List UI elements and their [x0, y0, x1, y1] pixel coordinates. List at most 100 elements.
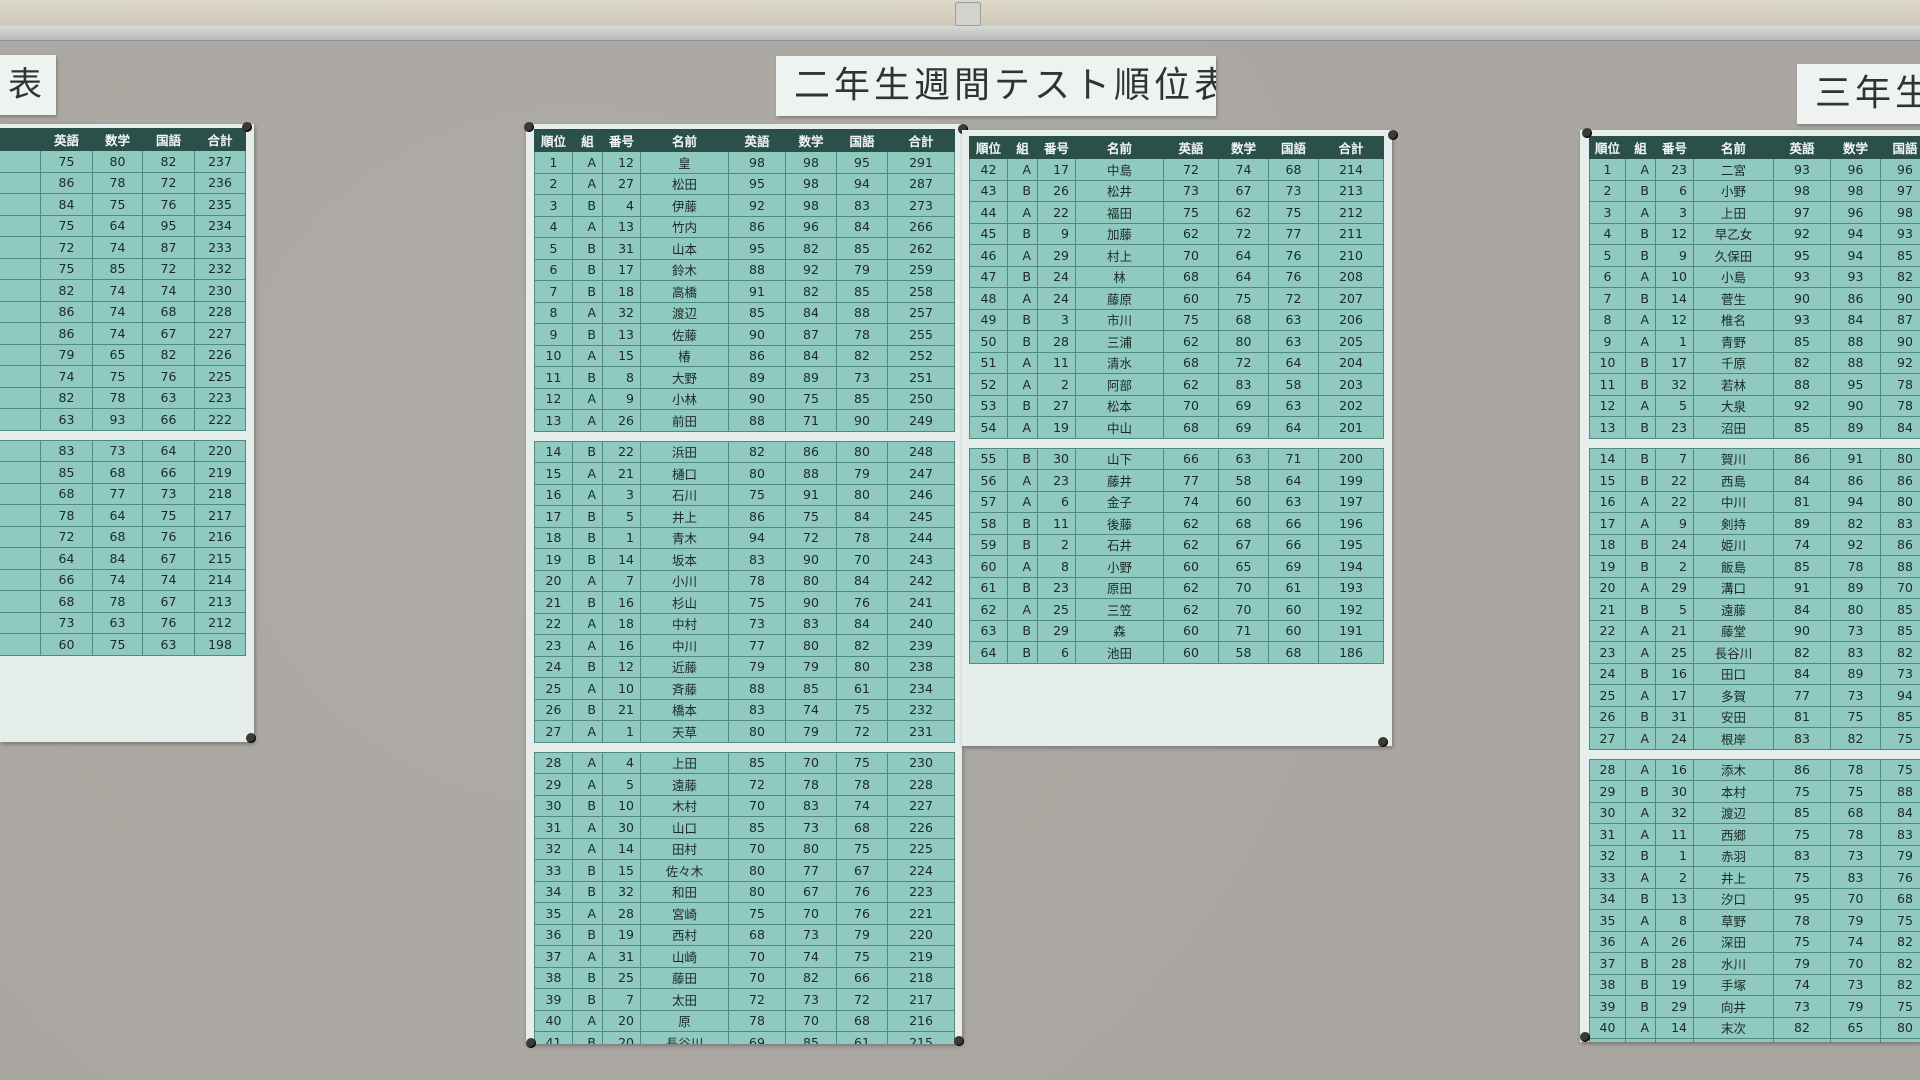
table-cell: 11: [1655, 823, 1694, 846]
table-cell: 98: [728, 151, 786, 174]
table-cell: 90: [785, 548, 837, 571]
table-cell: 257: [887, 301, 955, 324]
table-cell: 84: [92, 547, 143, 570]
table-cell: 14: [1655, 1016, 1694, 1039]
table-cell: 14: [602, 837, 641, 860]
table-cell: 67: [1218, 533, 1269, 556]
table-cell: A: [572, 301, 603, 324]
table-cell: 60: [1268, 598, 1319, 621]
table-cell: 80: [728, 462, 786, 485]
table-cell: 80: [1880, 447, 1920, 470]
table-cell: 8: [1037, 555, 1076, 578]
table-cell: 73: [1773, 995, 1831, 1018]
table-row: 39 B 7 太田 72 73 72 217: [534, 988, 955, 1011]
table-cell: A: [1625, 758, 1656, 781]
table-row: 1 A 23 二宮 93 96 96: [1589, 158, 1920, 181]
table-cell: 9: [1037, 222, 1076, 245]
table-cell: 51: [969, 351, 1008, 374]
table-cell: 94: [1830, 490, 1881, 513]
table-cell: B: [1625, 952, 1656, 975]
table-cell: 72: [728, 773, 786, 796]
table-cell: 中山: [1075, 416, 1164, 439]
table-cell: 200: [1318, 447, 1384, 470]
table-cell: 219: [194, 461, 246, 484]
table-cell: 215: [887, 1031, 955, 1044]
table-cell: 64: [92, 504, 143, 527]
table-cell: B: [1007, 576, 1038, 599]
table-cell: 82: [1880, 265, 1920, 288]
table-row: 25 A 10 斉藤 88 85 61 234: [534, 677, 955, 700]
table-cell: 76: [836, 902, 888, 925]
table-cell: 5: [1655, 598, 1694, 621]
table-row: 17 A 9 剣持 89 82 83: [1589, 512, 1920, 535]
table-cell: 85: [728, 816, 786, 839]
table-cell: 5: [1589, 244, 1626, 267]
table-cell: 242: [887, 569, 955, 592]
table-cell: 87: [785, 323, 837, 346]
table-cell: B: [572, 859, 603, 882]
table-cell: 199: [1318, 469, 1384, 492]
table-cell: 79: [40, 343, 93, 366]
pushpin: [524, 122, 534, 132]
table-cell: 70: [1163, 244, 1219, 267]
table-row: 23 A 25 長谷川 82 83 82: [1589, 641, 1920, 664]
table-cell: 水川: [1693, 952, 1774, 975]
table-cell: 74: [1773, 533, 1831, 556]
table-cell: 68: [40, 482, 93, 505]
table-cell: A: [1625, 394, 1656, 417]
table-cell: B: [572, 526, 603, 549]
table-cell: 深田: [1693, 930, 1774, 953]
table-cell: 83: [785, 612, 837, 635]
table-row: 22 A 21 藤堂 90 73 85: [1589, 619, 1920, 642]
table-cell: 78: [1773, 909, 1831, 932]
table-cell: 52: [969, 373, 1008, 396]
table-cell: 汐口: [1693, 887, 1774, 910]
table-cell: 80: [785, 634, 837, 657]
table-cell: 85: [1880, 705, 1920, 728]
table-cell: 78: [1880, 373, 1920, 396]
table-cell: 68: [728, 923, 786, 946]
table-cell: 57: [969, 490, 1008, 513]
table-cell: 83: [1830, 866, 1881, 889]
table-row: 63 B 29 森 60 71 60 191: [969, 619, 1384, 642]
table-cell: 93: [1773, 308, 1831, 331]
table-cell: 70: [785, 902, 837, 925]
table-row: 18 B 1 青木 94 72 78 244: [534, 526, 955, 549]
table-cell: 94: [1830, 244, 1881, 267]
table-row: 82 74 74 230: [0, 279, 246, 302]
table-cell: B: [572, 237, 603, 260]
table-cell: 75: [728, 902, 786, 925]
table-cell: B: [1625, 447, 1656, 470]
table-row: 31 A 30 山口 85 73 68 226: [534, 816, 955, 839]
table-cell: 86: [1773, 447, 1831, 470]
table-cell: 木村: [640, 794, 729, 817]
table-cell: 63: [142, 633, 195, 656]
table-cell: 90: [1773, 619, 1831, 642]
table-cell: B: [1007, 512, 1038, 535]
table-cell: 29: [1589, 780, 1626, 803]
table-cell: 7: [1589, 287, 1626, 310]
table-cell: 215: [194, 547, 246, 570]
table-cell: A: [1625, 823, 1656, 846]
table-cell: 30: [534, 794, 573, 817]
table-cell-cut: [0, 300, 41, 323]
table-cell: 大野: [640, 366, 729, 389]
table-cell: 78: [836, 526, 888, 549]
table-cell: 12: [1655, 308, 1694, 331]
table-cell-cut: [0, 408, 41, 431]
table-row: 24 B 12 近藤 79 79 80 238: [534, 655, 955, 678]
table-cell: 78: [1830, 823, 1881, 846]
table-cell-cut: [0, 150, 41, 173]
table-cell: 85: [1773, 416, 1831, 439]
table-cell: 216: [194, 525, 246, 548]
table-cell: 1: [1655, 844, 1694, 867]
table-row: 33 A 2 井上 75 83 76: [1589, 866, 1920, 889]
table-row: 9 A 1 青野 85 88 90: [1589, 330, 1920, 353]
title-left: 表: [0, 55, 56, 115]
table-cell-cut: [0, 171, 41, 194]
table-cell: B: [1625, 351, 1656, 374]
table-cell: 71: [1218, 619, 1269, 642]
table-cell: 8: [602, 366, 641, 389]
table-cell: B: [1625, 973, 1656, 996]
table-cell-cut: [0, 386, 41, 409]
